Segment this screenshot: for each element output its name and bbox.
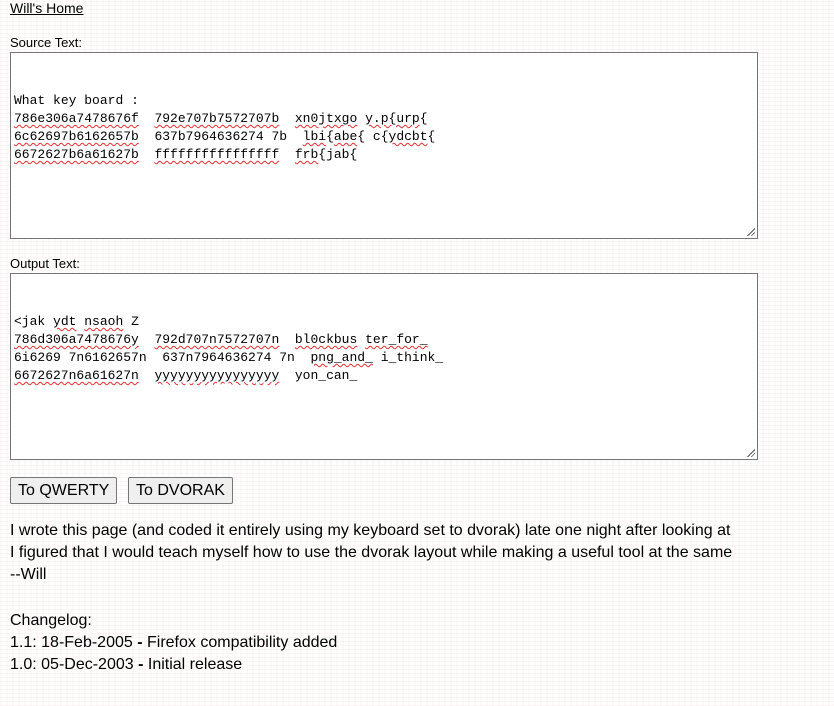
misspelled-word: ter_for_ (365, 332, 428, 347)
changelog-date: 05-Dec-2003 (41, 656, 134, 673)
source-text-line: 6672627b6a61627b ffffffffffffffff frb{ja… (14, 146, 754, 164)
to-qwerty-button[interactable]: To QWERTY (10, 477, 118, 504)
misspelled-word: 792e707b7572707b (154, 111, 280, 126)
description-line-2: I figured that I would teach myself how … (10, 544, 733, 561)
text-segment (295, 350, 311, 365)
changelog-date: 18-Feb-2005 (41, 634, 133, 651)
misspelled-word: 792d707n7572707n (154, 332, 280, 347)
source-text-line: What key board : (14, 92, 754, 110)
text-segment (373, 350, 381, 365)
output-text-line: 6672627n6a61627n yyyyyyyyyyyyyyyy yon_ca… (14, 367, 754, 385)
text-segment: <jak (14, 314, 46, 329)
text-segment: 6i6269 7n6162657n (14, 350, 147, 365)
misspelled-word: xn0jtxgo (294, 111, 358, 126)
text-segment (147, 350, 163, 365)
output-text-line: <jak ydt nsaoh Z (14, 313, 754, 331)
text-segment: 637b7964636274 7b (154, 129, 288, 144)
text-segment (139, 129, 155, 144)
text-segment: i_think_ (380, 350, 444, 365)
text-segment (45, 93, 53, 108)
text-segment (45, 314, 53, 329)
output-textarea[interactable]: <jak ydt nsaoh Z 786d306a7478676y 792d707… (10, 273, 758, 460)
changelog-dash: - (138, 656, 144, 673)
text-segment (139, 332, 155, 347)
description-line-1: I wrote this page (and coded it entirely… (10, 522, 731, 539)
text-segment (279, 332, 295, 347)
misspelled-word: bl0ckbus (294, 332, 358, 347)
changelog-note: Firefox compatibility added (147, 634, 338, 651)
resize-grip-icon[interactable] (746, 227, 755, 236)
text-segment: : (123, 93, 139, 108)
text-segment (279, 111, 295, 126)
misspelled-word: y.p{urp (365, 111, 420, 126)
source-text-line: 6c62697b6162657b 637b7964636274 7b lbi{a… (14, 128, 754, 146)
changelog-entry: 1.0: 05-Dec-2003 - Initial release (10, 654, 242, 676)
misspelled-word: ydcbt (388, 129, 428, 144)
text-segment: board (84, 93, 124, 108)
text-segment: { (427, 129, 436, 144)
changelog-version: 1.0: (10, 656, 37, 673)
text-segment (287, 129, 303, 144)
source-textarea[interactable]: What key board :786e306a7478676f 792e707… (10, 52, 758, 239)
to-dvorak-button[interactable]: To DVORAK (128, 477, 233, 504)
changelog-title: Changelog: (10, 612, 92, 629)
misspelled-word: yyyyyyyyyyyyyyyy (154, 368, 280, 383)
text-segment (279, 147, 295, 162)
text-segment (139, 147, 155, 162)
signature: --Will (10, 566, 47, 583)
misspelled-word: 786d306a7478676y (14, 332, 139, 347)
misspelled-word: lbi (302, 129, 327, 144)
misspelled-word: 6c62697b6162657b (14, 129, 139, 144)
text-segment (357, 332, 365, 347)
text-segment: Z (123, 314, 139, 329)
misspelled-word: ydt (53, 314, 77, 329)
text-segment: { (419, 111, 428, 126)
misspelled-word: png_and_ (310, 350, 373, 365)
text-segment: What (14, 93, 46, 108)
misspelled-word: frb (294, 147, 319, 162)
text-segment: { c{ (357, 129, 389, 144)
output-text-label: Output Text: (10, 256, 80, 271)
source-text-label: Source Text: (10, 35, 83, 50)
misspelled-word: 786e306a7478676f (14, 111, 139, 126)
misspelled-word: nsaoh (84, 314, 124, 329)
output-text-line: 6i6269 7n6162657n 637n7964636274 7n png_… (14, 349, 754, 367)
misspelled-word: abe (333, 129, 358, 144)
changelog-note: Initial release (147, 656, 243, 673)
source-text-line: 786e306a7478676f 792e707b7572707b xn0jtx… (14, 110, 754, 128)
misspelled-word: 6672627n6a61627n (14, 368, 139, 383)
changelog-version: 1.1: (10, 634, 37, 651)
text-segment (279, 368, 295, 383)
misspelled-word: 6672627b6a61627b (14, 147, 139, 162)
text-segment (139, 368, 155, 383)
output-text-line: 786d306a7478676y 792d707n7572707n bl0ckb… (14, 331, 754, 349)
text-segment: 637n7964636274 7n (162, 350, 295, 365)
text-segment (357, 111, 365, 126)
changelog-dash: - (137, 634, 143, 651)
text-segment (139, 111, 155, 126)
text-segment: { (326, 129, 334, 144)
home-link[interactable]: Will's Home (10, 0, 83, 16)
text-segment: {jab{ (318, 147, 358, 162)
text-segment: key (53, 93, 77, 108)
changelog-entry: 1.1: 18-Feb-2005 - Firefox compatibility… (10, 632, 337, 654)
resize-grip-icon[interactable] (746, 448, 755, 457)
text-segment: yon_can_ (294, 368, 358, 383)
misspelled-word: ffffffffffffffff (154, 147, 280, 162)
